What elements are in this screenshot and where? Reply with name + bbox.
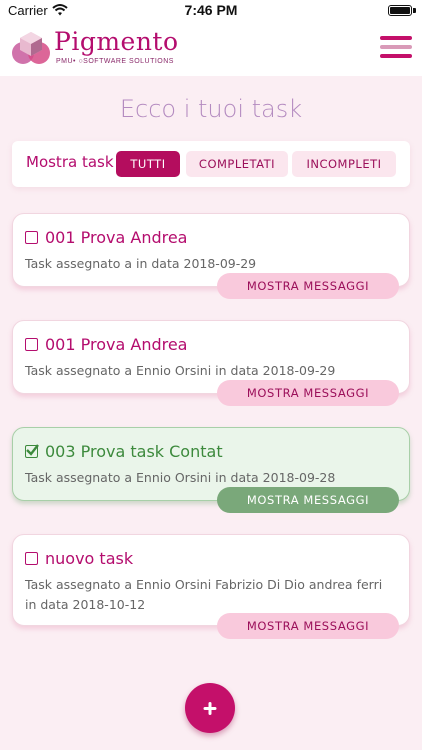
- battery-tip: [413, 8, 416, 13]
- unchecked-box-icon[interactable]: [25, 338, 38, 351]
- task-title-row: 001 Prova Andrea: [25, 335, 397, 354]
- task-assignment: Task assegnato a Ennio Orsini in data 20…: [25, 470, 336, 485]
- brand-name: Pigmento: [54, 27, 179, 56]
- task-title-row: nuovo task: [25, 549, 397, 568]
- unchecked-box-icon[interactable]: [25, 231, 38, 244]
- checked-box-icon[interactable]: [25, 444, 39, 458]
- add-task-button[interactable]: [185, 683, 235, 733]
- clock: 7:46 PM: [184, 2, 238, 18]
- task-title-row: 003 Prova task Contat: [25, 442, 397, 461]
- task-filter-bar: Mostra task TUTTI COMPLETATI INCOMPLETI: [12, 141, 410, 187]
- plus-icon: [203, 702, 217, 715]
- nav-bar: Pigmento PMU• ○SOFTWARE SOLUTIONS: [0, 22, 422, 76]
- filter-incomplete-button[interactable]: INCOMPLETI: [292, 151, 396, 177]
- task-assignment: Task assegnato a Ennio Orsini Fabrizio D…: [25, 577, 383, 612]
- filter-label: Mostra task: [26, 153, 114, 171]
- filter-all-button[interactable]: TUTTI: [116, 151, 180, 177]
- show-messages-button[interactable]: MOSTRA MESSAGGI: [217, 613, 399, 639]
- task-assignment: Task assegnato a Ennio Orsini in data 20…: [25, 363, 336, 378]
- battery-icon: [388, 5, 412, 16]
- task-title: 003 Prova task Contat: [45, 442, 223, 461]
- task-title: 001 Prova Andrea: [45, 228, 188, 247]
- menu-line: [380, 54, 412, 58]
- task-card[interactable]: nuovo task Task assegnato a Ennio Orsini…: [12, 534, 410, 639]
- hamburger-menu-button[interactable]: [380, 36, 412, 62]
- show-messages-button[interactable]: MOSTRA MESSAGGI: [217, 273, 399, 299]
- show-messages-button[interactable]: MOSTRA MESSAGGI: [217, 380, 399, 406]
- task-card-completed[interactable]: 003 Prova task Contat Task assegnato a E…: [12, 427, 410, 513]
- show-messages-button[interactable]: MOSTRA MESSAGGI: [217, 487, 399, 513]
- brand-tagline: PMU• ○SOFTWARE SOLUTIONS: [56, 58, 174, 65]
- task-card[interactable]: 001 Prova Andrea Task assegnato a in dat…: [12, 213, 410, 299]
- menu-line: [380, 45, 412, 49]
- task-card[interactable]: 001 Prova Andrea Task assegnato a Ennio …: [12, 320, 410, 406]
- brand-logo[interactable]: Pigmento PMU• ○SOFTWARE SOLUTIONS: [12, 27, 192, 71]
- menu-line: [380, 36, 412, 40]
- unchecked-box-icon[interactable]: [25, 552, 38, 565]
- task-title: nuovo task: [45, 549, 134, 568]
- logo-mark-icon: [12, 32, 50, 64]
- task-assignment: Task assegnato a in data 2018-09-29: [25, 256, 257, 271]
- task-title-row: 001 Prova Andrea: [25, 228, 397, 247]
- filter-completed-button[interactable]: COMPLETATI: [186, 151, 288, 177]
- page-title: Ecco i tuoi task: [119, 95, 303, 123]
- status-bar: Carrier 7:46 PM: [0, 0, 422, 22]
- task-title: 001 Prova Andrea: [45, 335, 188, 354]
